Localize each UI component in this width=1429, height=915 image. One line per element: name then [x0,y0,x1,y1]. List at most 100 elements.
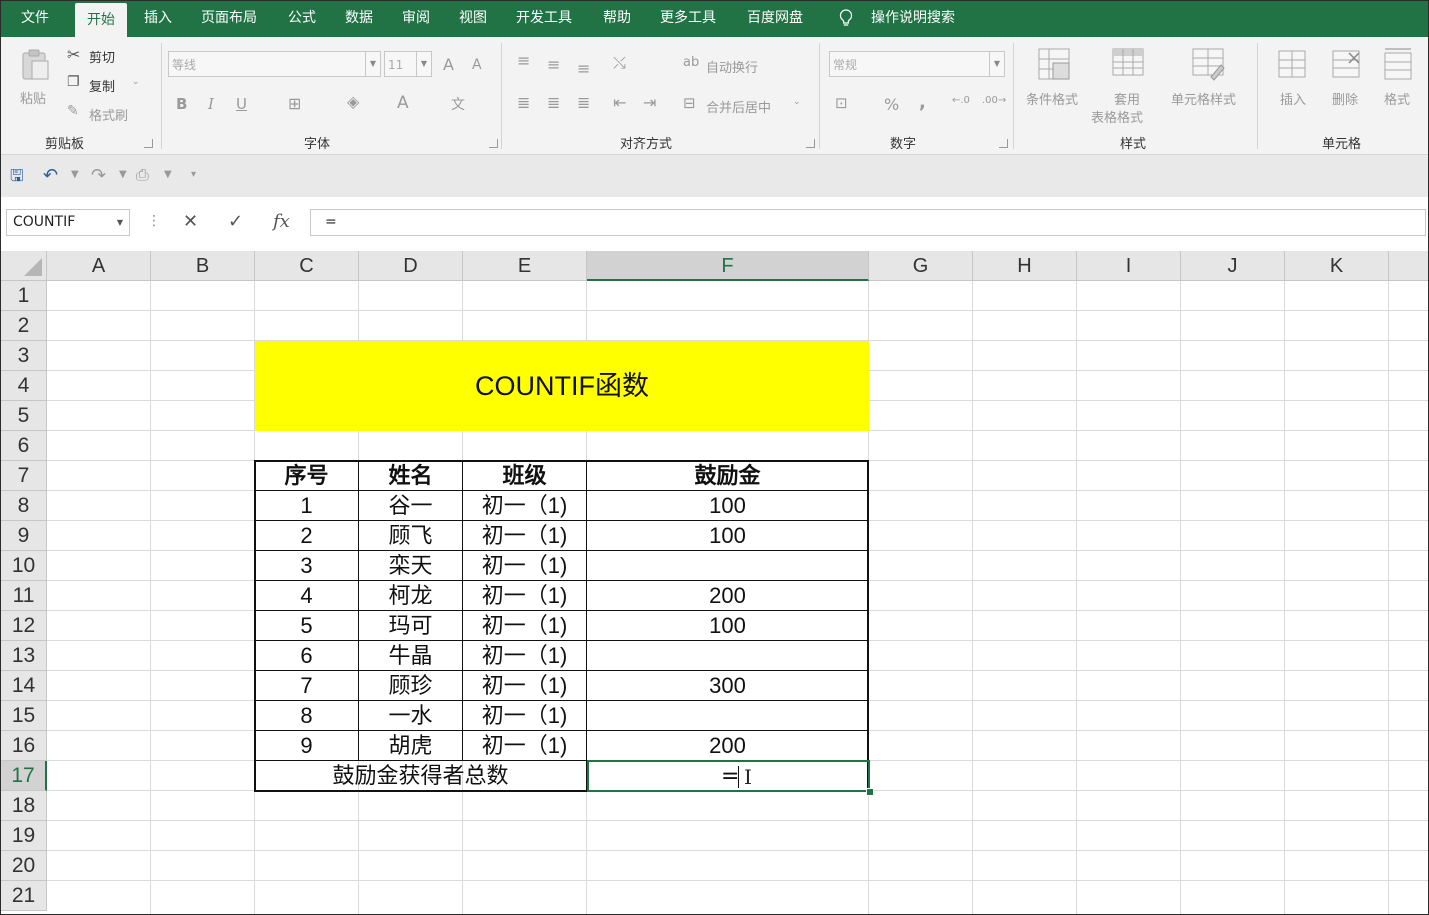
table-cell[interactable]: 玛可 [359,611,462,641]
format-as-table-line1[interactable]: 套用 [1114,89,1140,108]
font-name-select[interactable]: 等线 ▼ [168,51,381,77]
align-right-icon[interactable]: ≣ [577,93,590,112]
header-cell-index[interactable]: 序号 [255,461,358,491]
percent-button[interactable]: % [884,95,899,114]
undo-icon[interactable]: ↶ [43,165,58,186]
format-cells-button[interactable]: 格式 [1384,89,1410,108]
shrink-font-button[interactable]: A [472,57,482,73]
italic-button[interactable]: I [208,95,214,113]
table-cell[interactable] [587,641,868,671]
column-header-partial[interactable] [1389,251,1428,281]
menu-view[interactable]: 视图 [459,1,487,37]
phonetic-icon[interactable]: 文 [451,94,465,114]
table-cell[interactable]: 5 [255,611,358,641]
increase-decimal-icon[interactable]: ←.0 [952,95,970,106]
column-header-d[interactable]: D [359,251,463,281]
bold-button[interactable]: B [176,95,187,113]
table-cell[interactable]: 柯龙 [359,581,462,611]
table-cell[interactable]: 初一（1) [463,551,586,581]
table-cell[interactable]: 3 [255,551,358,581]
align-left-icon[interactable]: ≣ [517,93,530,112]
format-as-table-icon[interactable] [1111,47,1145,81]
row-header-16[interactable]: 16 [1,731,47,761]
row-header-9[interactable]: 9 [1,521,47,551]
menu-developer[interactable]: 开发工具 [516,1,572,37]
decrease-indent-icon[interactable]: ⇤ [613,93,626,112]
redo-icon[interactable]: ↷ [91,165,106,186]
row-header-6[interactable]: 6 [1,431,47,461]
accounting-format-icon[interactable]: ⊡ [835,94,848,112]
alignment-launcher-icon[interactable] [806,139,815,148]
format-as-table-line2[interactable]: 表格格式 [1091,107,1143,126]
cut-button[interactable]: 剪切 [89,47,115,66]
number-format-select[interactable]: 常规 ▼ [829,51,1005,77]
redo-dropdown-icon[interactable]: ▼ [119,169,127,180]
cell-styles-icon[interactable] [1191,47,1225,81]
font-launcher-icon[interactable] [489,139,498,148]
table-cell[interactable]: 7 [255,671,358,701]
table-cell[interactable]: 初一（1) [463,671,586,701]
comma-button[interactable]: , [919,92,926,113]
table-cell[interactable]: 100 [587,521,868,551]
table-cell[interactable]: 6 [255,641,358,671]
table-cell[interactable]: 初一（1) [463,641,586,671]
save-icon[interactable]: 🖫 [10,165,24,192]
menu-baidu-netdisk[interactable]: 百度网盘 [747,1,803,37]
column-header-i[interactable]: I [1077,251,1181,281]
table-cell[interactable]: 初一（1) [463,731,586,761]
increase-indent-icon[interactable]: ⇥ [643,93,656,112]
font-color-icon[interactable]: A [397,93,409,113]
delete-cells-button[interactable]: 删除 [1332,89,1358,108]
column-header-c[interactable]: C [255,251,359,281]
more-options-icon[interactable]: ⋮ [147,213,161,229]
menu-review[interactable]: 审阅 [402,1,430,37]
align-middle-icon[interactable]: ≡ [547,55,560,74]
delete-cells-icon[interactable] [1329,47,1363,81]
table-cell[interactable]: 4 [255,581,358,611]
formula-input[interactable]: = [310,209,1426,236]
row-header-3[interactable]: 3 [1,341,47,371]
merge-center-button[interactable]: 合并后居中 [706,97,771,116]
grow-font-button[interactable]: A [443,55,454,74]
header-cell-name[interactable]: 姓名 [359,461,462,491]
table-cell[interactable]: 100 [587,491,868,521]
copy-dropdown-icon[interactable]: ⌄ [132,77,140,87]
fill-handle[interactable] [866,788,874,796]
table-cell[interactable]: 200 [587,731,868,761]
menu-help[interactable]: 帮助 [603,1,631,37]
cell-styles-button[interactable]: 单元格样式 [1171,89,1236,108]
row-header-1[interactable]: 1 [1,281,47,311]
table-cell[interactable]: 100 [587,611,868,641]
row-header-8[interactable]: 8 [1,491,47,521]
orientation-icon[interactable]: ⤯ [613,53,626,73]
row-header-11[interactable]: 11 [1,581,47,611]
table-cell[interactable]: 初一（1) [463,611,586,641]
select-all-button[interactable] [1,251,47,281]
row-header-19[interactable]: 19 [1,821,47,851]
column-header-j[interactable]: J [1181,251,1285,281]
insert-cells-icon[interactable] [1275,47,1309,81]
clipboard-launcher-icon[interactable] [144,139,153,148]
menu-data[interactable]: 数据 [345,1,373,37]
row-header-20[interactable]: 20 [1,851,47,881]
table-cell[interactable] [587,551,868,581]
copy-button[interactable]: 复制 [89,76,115,95]
menu-file[interactable]: 文件 [21,1,49,37]
column-header-k[interactable]: K [1285,251,1389,281]
search-tell-me[interactable]: 操作说明搜索 [871,1,955,37]
merge-dropdown-icon[interactable]: ⌄ [793,97,801,107]
format-cells-icon[interactable] [1381,47,1415,81]
menu-page-layout[interactable]: 页面布局 [201,1,257,37]
table-cell[interactable]: 初一（1) [463,701,586,731]
customize-toolbar-icon[interactable]: ▾ [191,169,196,180]
header-cell-class[interactable]: 班级 [463,461,586,491]
table-cell[interactable]: 胡虎 [359,731,462,761]
enter-icon[interactable]: ✓ [228,211,243,232]
column-header-b[interactable]: B [151,251,255,281]
table-cell[interactable]: 初一（1) [463,491,586,521]
table-cell[interactable]: 栾天 [359,551,462,581]
align-top-icon[interactable]: ≡ [517,51,530,70]
conditional-formatting-icon[interactable] [1037,47,1071,81]
header-cell-bonus[interactable]: 鼓励金 [587,461,868,491]
font-size-select[interactable]: 11 ▼ [384,51,432,77]
